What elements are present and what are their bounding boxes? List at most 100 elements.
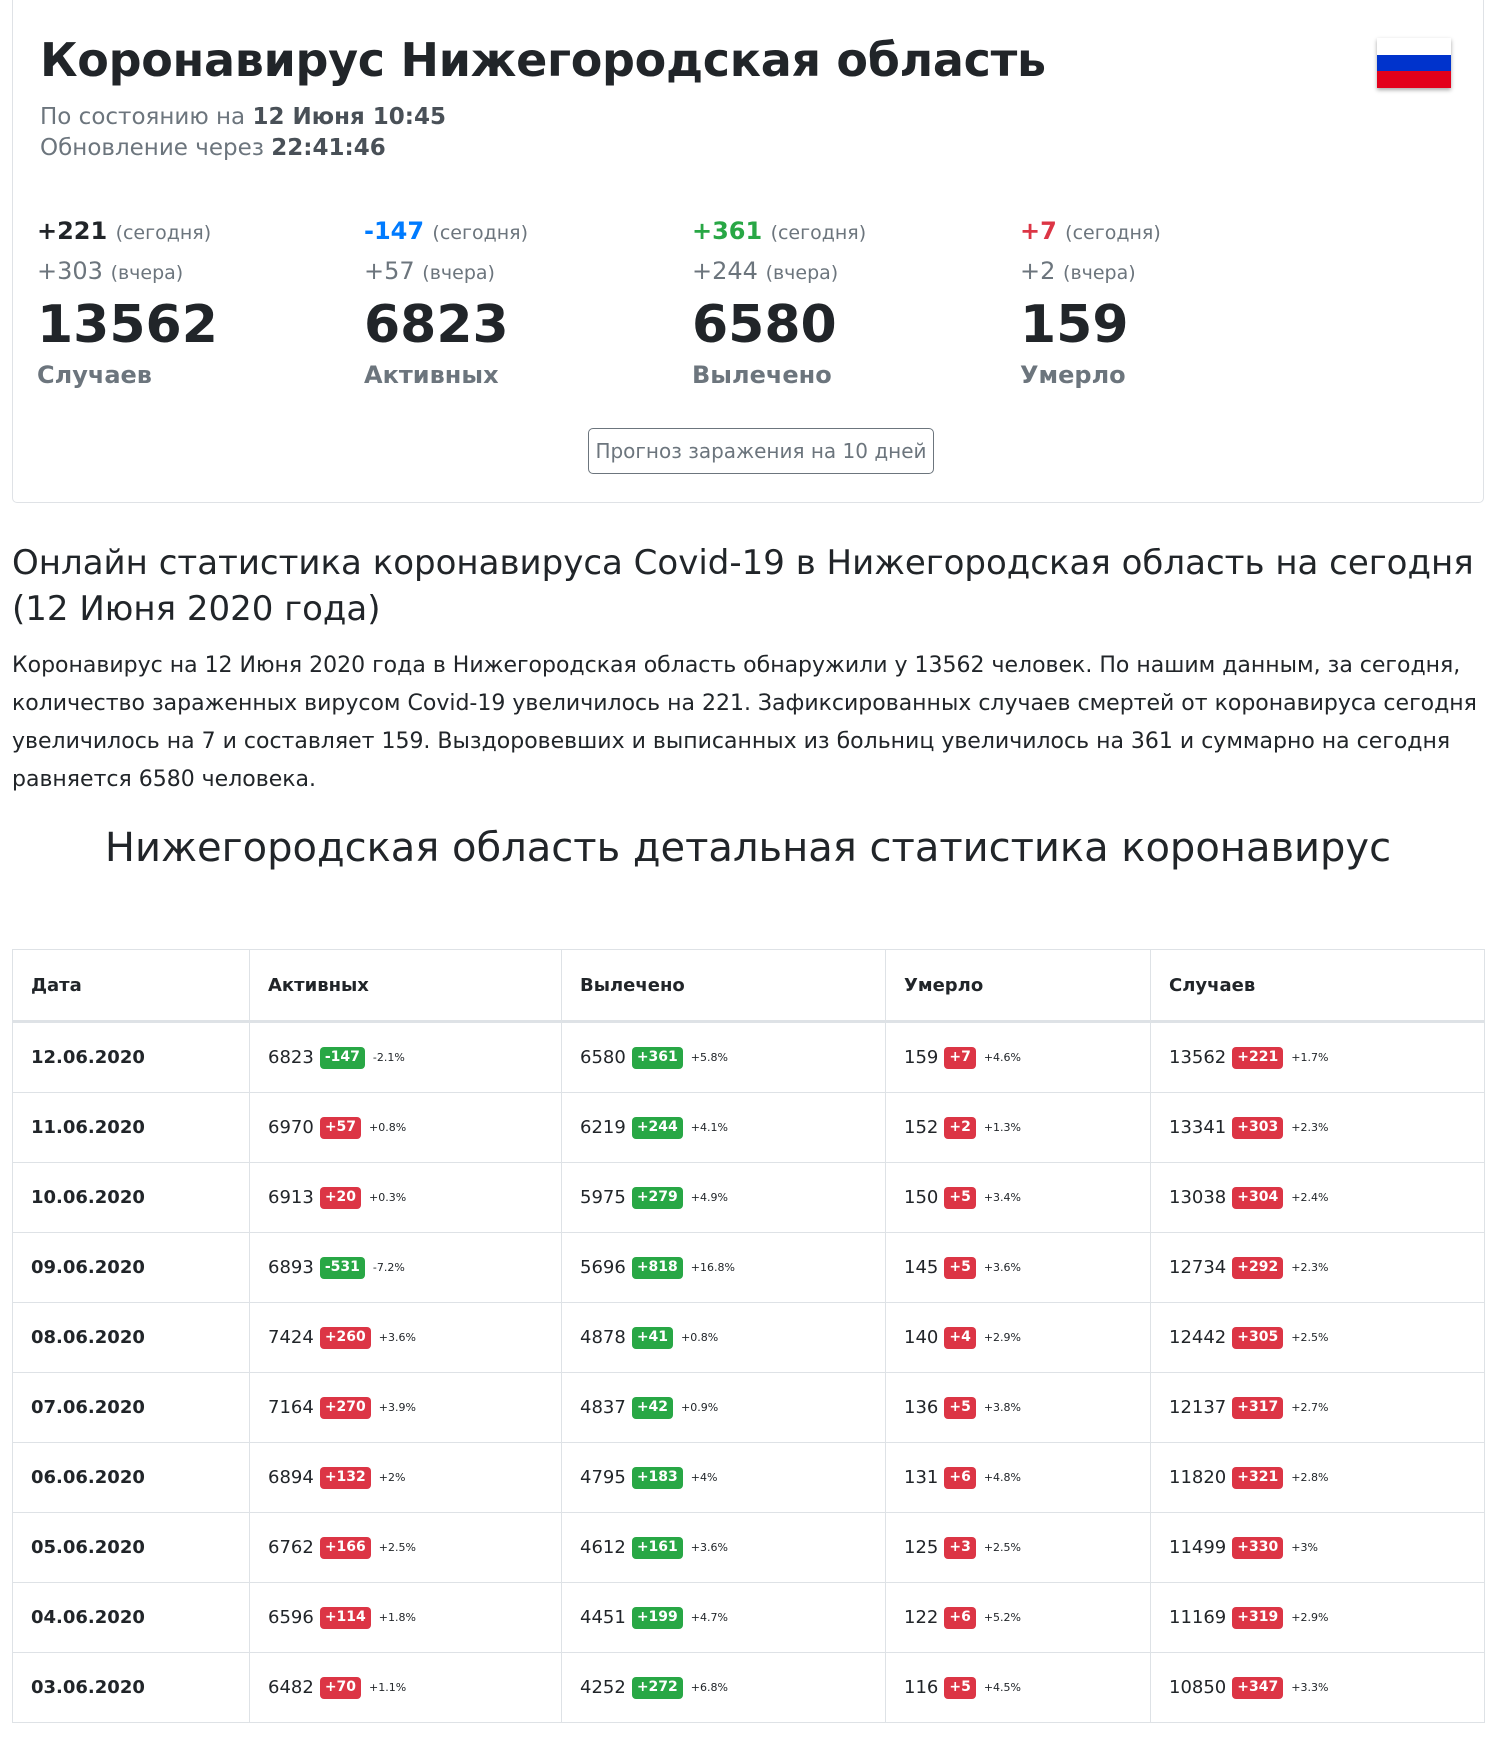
change-percent: +1.1%: [369, 1681, 407, 1694]
table-cell: 5696 +818 +16.8%: [561, 1232, 886, 1303]
change-badge: +4: [944, 1326, 976, 1349]
section-heading: Онлайн статистика коронавируса Covid-19 …: [12, 543, 1474, 629]
change-percent: +2.3%: [1291, 1121, 1329, 1134]
table-cell: 5975 +279 +4.9%: [561, 1162, 886, 1233]
change-badge: +5: [944, 1256, 976, 1279]
change-percent: -7.2%: [372, 1261, 405, 1274]
row-date: 09.06.2020: [12, 1232, 250, 1303]
stats-table: Дата Активных Вылечено Умерло Случаев 12…: [12, 949, 1485, 1723]
update-line: Обновление через 22:41:46: [40, 135, 386, 161]
stat-yesterday: +57: [364, 257, 415, 285]
change-badge: +132: [319, 1466, 371, 1489]
row-date: 12.06.2020: [12, 1021, 250, 1093]
stat-yesterday: +244: [692, 257, 758, 285]
cell-value: 159: [904, 1047, 939, 1068]
table-cell: 6913 +20 +0.3%: [249, 1162, 562, 1233]
table-cell: 6580 +361 +5.8%: [561, 1021, 886, 1093]
table-cell: 131 +6 +4.8%: [885, 1442, 1151, 1513]
change-badge: +3: [944, 1536, 976, 1559]
russia-flag-icon: [1377, 38, 1451, 88]
cell-value: 11169: [1169, 1607, 1227, 1628]
table-cell: 140 +4 +2.9%: [885, 1302, 1151, 1373]
table-cell: 4451 +199 +4.7%: [561, 1582, 886, 1653]
table-cell: 11820 +321 +2.8%: [1150, 1442, 1485, 1513]
stat-today: +221: [37, 217, 108, 245]
cell-value: 122: [904, 1607, 939, 1628]
cell-value: 6913: [268, 1187, 314, 1208]
change-badge: +319: [1232, 1606, 1284, 1629]
change-badge: +41: [631, 1326, 674, 1349]
change-badge: +818: [631, 1256, 683, 1279]
change-percent: +16.8%: [690, 1261, 735, 1274]
table-cell: 4795 +183 +4%: [561, 1442, 886, 1513]
change-percent: +2.8%: [1291, 1471, 1329, 1484]
cell-value: 5696: [580, 1257, 626, 1278]
row-date: 07.06.2020: [12, 1372, 250, 1443]
change-badge: +7: [944, 1046, 976, 1069]
change-percent: +3.9%: [378, 1401, 416, 1414]
change-badge: +5: [944, 1396, 976, 1419]
col-header-deaths: Умерло: [885, 949, 1151, 1023]
change-badge: +221: [1232, 1046, 1284, 1069]
change-percent: +2.4%: [1291, 1191, 1329, 1204]
change-percent: +0.9%: [681, 1401, 719, 1414]
table-cell: 13562 +221 +1.7%: [1150, 1021, 1485, 1093]
table-cell: 12442 +305 +2.5%: [1150, 1302, 1485, 1373]
change-percent: +3.4%: [983, 1191, 1022, 1204]
table-row: 09.06.2020 6893 -531 -7.2% 5696 +818 +16.8% 145…: [12, 1232, 1485, 1303]
col-header-cases: Случаев: [1150, 949, 1485, 1023]
stat-total: 6580: [692, 295, 837, 355]
stat-today: +7: [1020, 217, 1057, 245]
change-percent: +4.5%: [983, 1681, 1022, 1694]
cell-value: 145: [904, 1257, 939, 1278]
cell-value: 4612: [580, 1537, 626, 1558]
table-row: 06.06.2020 6894 +132 +2% 4795 +183 +4% 131 +6 +4.…: [12, 1442, 1485, 1513]
cell-value: 11499: [1169, 1537, 1227, 1558]
table-cell: 122 +6 +5.2%: [885, 1582, 1151, 1653]
detail-heading: Нижегородская область детальная статисти…: [104, 825, 1392, 871]
table-cell: 6894 +132 +2%: [249, 1442, 562, 1513]
change-percent: +4.1%: [690, 1121, 728, 1134]
cell-value: 4252: [580, 1677, 626, 1698]
change-percent: +4.6%: [983, 1051, 1022, 1064]
forecast-button[interactable]: Прогноз заражения на 10 дней: [588, 428, 934, 474]
table-cell: 7164 +270 +3.9%: [249, 1372, 562, 1443]
cell-value: 13038: [1169, 1187, 1227, 1208]
table-cell: 116 +5 +4.5%: [885, 1652, 1151, 1723]
cell-value: 125: [904, 1537, 939, 1558]
change-percent: +1.3%: [983, 1121, 1022, 1134]
stat-yesterday: +303: [37, 257, 103, 285]
change-percent: -2.1%: [372, 1051, 405, 1064]
change-percent: +2.5%: [378, 1541, 416, 1554]
change-badge: +292: [1232, 1256, 1284, 1279]
stat-label: Вылечено: [692, 361, 832, 389]
change-percent: +2.9%: [1291, 1611, 1329, 1624]
cell-value: 6482: [268, 1677, 314, 1698]
update-countdown: 22:41:46: [271, 135, 386, 161]
table-cell: 145 +5 +3.6%: [885, 1232, 1151, 1303]
table-row: 07.06.2020 7164 +270 +3.9% 4837 +42 +0.9% 136 +5…: [12, 1372, 1485, 1443]
cell-value: 152: [904, 1117, 939, 1138]
table-row: 10.06.2020 6913 +20 +0.3% 5975 +279 +4.9% 150 +5…: [12, 1162, 1485, 1233]
cell-value: 13562: [1169, 1047, 1227, 1068]
table-header-row: Дата Активных Вылечено Умерло Случаев: [12, 949, 1485, 1023]
stat-active: -147 (сегодня) +57 (вчера) 6823 Активных: [364, 214, 704, 392]
table-cell: 11499 +330 +3%: [1150, 1512, 1485, 1583]
change-percent: +4%: [690, 1471, 718, 1484]
change-badge: +279: [631, 1186, 683, 1209]
cell-value: 7164: [268, 1397, 314, 1418]
table-body: 12.06.2020 6823 -147 -2.1% 6580 +361 +5.8% 159 +…: [12, 1021, 1485, 1723]
change-percent: +3.6%: [690, 1541, 728, 1554]
change-badge: +199: [631, 1606, 683, 1629]
change-percent: +5.8%: [690, 1051, 728, 1064]
change-badge: +260: [319, 1326, 371, 1349]
cell-value: 6580: [580, 1047, 626, 1068]
table-cell: 6823 -147 -2.1%: [249, 1021, 562, 1093]
change-badge: +5: [944, 1186, 976, 1209]
cell-value: 6762: [268, 1537, 314, 1558]
change-percent: +1.7%: [1291, 1051, 1329, 1064]
change-badge: -531: [319, 1256, 365, 1279]
table-cell: 4252 +272 +6.8%: [561, 1652, 886, 1723]
stat-total: 6823: [364, 295, 509, 355]
change-badge: +183: [631, 1466, 683, 1489]
